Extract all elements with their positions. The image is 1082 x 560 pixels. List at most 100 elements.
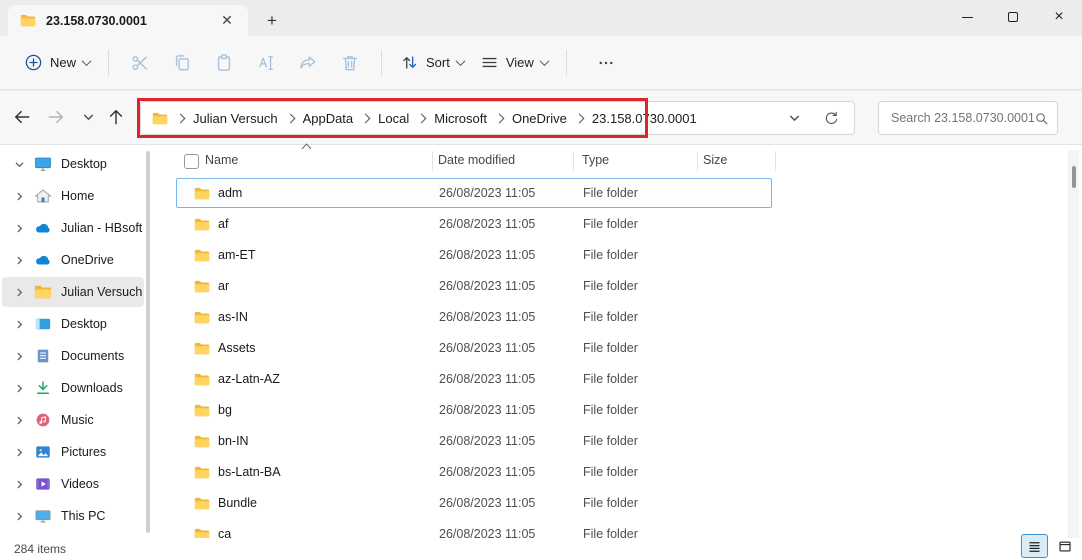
breadcrumb-item[interactable]: Microsoft (434, 111, 487, 126)
chevron-right-icon[interactable] (14, 319, 26, 330)
select-all-checkbox[interactable] (184, 154, 199, 169)
breadcrumb-item[interactable]: Local (378, 111, 409, 126)
address-dropdown-icon[interactable] (788, 112, 801, 125)
folder-icon (194, 249, 210, 262)
search-input[interactable] (891, 111, 1034, 125)
file-name: bg (218, 403, 408, 417)
rename-button[interactable] (245, 44, 287, 82)
maximize-button[interactable] (990, 0, 1036, 34)
file-row[interactable]: ar 26/08/2023 11:05 File folder (176, 271, 772, 301)
file-row[interactable]: Assets 26/08/2023 11:05 File folder (176, 333, 772, 363)
file-row[interactable]: af 26/08/2023 11:05 File folder (176, 209, 772, 239)
breadcrumb-item[interactable]: Julian Versuch (193, 111, 278, 126)
column-divider[interactable] (432, 151, 433, 171)
forward-button[interactable] (42, 103, 70, 131)
file-row[interactable]: am-ET 26/08/2023 11:05 File folder (176, 240, 772, 270)
sidebar-item-home[interactable]: Home (2, 181, 144, 211)
chevron-right-icon[interactable] (14, 351, 26, 362)
chevron-right-icon[interactable] (14, 415, 26, 426)
chevron-right-icon[interactable] (14, 287, 26, 298)
file-row[interactable]: as-IN 26/08/2023 11:05 File folder (176, 302, 772, 332)
chevron-right-icon[interactable] (14, 191, 26, 202)
minimize-button[interactable] (944, 0, 990, 34)
chevron-right-icon[interactable] (14, 223, 26, 234)
new-tab-button[interactable]: + (260, 10, 284, 32)
view-button[interactable]: View (472, 47, 556, 78)
sidebar-item-this-pc[interactable]: This PC (2, 501, 144, 531)
new-button[interactable]: New (16, 47, 98, 78)
sidebar-item-julian-versuch[interactable]: Julian Versuch (2, 277, 144, 307)
sidebar-item-desktop-top[interactable]: Desktop (2, 149, 144, 179)
explorer-tab[interactable]: 23.158.0730.0001 ✕ (8, 5, 248, 36)
folder-icon (194, 280, 210, 293)
paste-button[interactable] (203, 44, 245, 82)
sidebar-scrollbar[interactable] (146, 151, 150, 533)
tab-close-icon[interactable]: ✕ (216, 10, 238, 32)
sidebar-item-music[interactable]: Music (2, 405, 144, 435)
breadcrumb-item-current[interactable]: 23.158.0730.0001 (592, 111, 697, 126)
folder-icon (194, 497, 210, 510)
file-row[interactable]: bs-Latn-BA 26/08/2023 11:05 File folder (176, 457, 772, 487)
share-button[interactable] (287, 44, 329, 82)
file-type: File folder (583, 496, 638, 510)
large-icons-view-button[interactable] (1051, 534, 1078, 558)
column-header-type[interactable]: Type (582, 153, 609, 167)
chevron-right-icon[interactable] (14, 447, 26, 458)
sidebar-item-videos[interactable]: Videos (2, 469, 144, 499)
sort-ascending-icon (302, 144, 312, 154)
close-button[interactable]: × (1036, 0, 1082, 34)
file-type: File folder (583, 186, 638, 200)
up-button[interactable] (102, 103, 130, 131)
list-scrollbar[interactable] (1068, 150, 1079, 542)
scrollbar-thumb[interactable] (1072, 166, 1076, 188)
column-header-date-modified[interactable]: Date modified (438, 153, 515, 167)
file-row-adm[interactable]: adm 26/08/2023 11:05 File folder (176, 178, 772, 208)
sort-button[interactable]: Sort (392, 47, 472, 78)
recent-locations-button[interactable] (74, 103, 102, 131)
details-view-button[interactable] (1021, 534, 1048, 558)
refresh-icon[interactable] (823, 110, 840, 127)
chevron-right-icon[interactable] (14, 255, 26, 266)
plus-circle-icon (24, 53, 43, 72)
sidebar-item-downloads[interactable]: Downloads (2, 373, 144, 403)
copy-button[interactable] (161, 44, 203, 82)
sidebar-item-label: Music (61, 413, 94, 427)
file-name: af (218, 217, 408, 231)
back-arrow-icon (12, 107, 32, 127)
search-box[interactable] (878, 101, 1058, 135)
content-area: Desktop Home Julian - HBsoft (0, 145, 1082, 560)
chevron-right-icon[interactable] (14, 479, 26, 490)
sidebar-item-desktop[interactable]: Desktop (2, 309, 144, 339)
column-divider[interactable] (573, 151, 574, 171)
file-date-modified: 26/08/2023 11:05 (439, 403, 535, 417)
file-row[interactable]: bn-IN 26/08/2023 11:05 File folder (176, 426, 772, 456)
sidebar-item-label: Desktop (61, 317, 107, 331)
back-button[interactable] (8, 103, 36, 131)
column-divider[interactable] (697, 151, 698, 171)
sidebar-item-label: Julian Versuch (61, 285, 142, 299)
address-bar[interactable]: Julian Versuch AppData Local Microsoft O… (140, 101, 855, 135)
navigation-bar: Julian Versuch AppData Local Microsoft O… (0, 91, 1082, 145)
chevron-right-icon[interactable] (14, 383, 26, 394)
rename-icon (256, 53, 276, 73)
column-divider[interactable] (775, 151, 776, 171)
cut-button[interactable] (119, 44, 161, 82)
onedrive-cloud-icon (34, 252, 52, 268)
column-header-name[interactable]: Name (205, 153, 238, 167)
sidebar-item-pictures[interactable]: Pictures (2, 437, 144, 467)
see-more-button[interactable] (585, 44, 627, 82)
column-header-size[interactable]: Size (703, 153, 727, 167)
file-type: File folder (583, 434, 638, 448)
chevron-right-icon[interactable] (14, 511, 26, 522)
breadcrumb-item[interactable]: OneDrive (512, 111, 567, 126)
delete-button[interactable] (329, 44, 371, 82)
sidebar-item-onedrive[interactable]: OneDrive (2, 245, 144, 275)
file-row[interactable]: az-Latn-AZ 26/08/2023 11:05 File folder (176, 364, 772, 394)
sidebar-item-label: This PC (61, 509, 105, 523)
file-row[interactable]: Bundle 26/08/2023 11:05 File folder (176, 488, 772, 518)
file-row[interactable]: bg 26/08/2023 11:05 File folder (176, 395, 772, 425)
sidebar-item-julian-hbsoft[interactable]: Julian - HBsoft (2, 213, 144, 243)
breadcrumb-item[interactable]: AppData (303, 111, 354, 126)
sidebar-item-documents[interactable]: Documents (2, 341, 144, 371)
chevron-down-icon[interactable] (14, 159, 26, 170)
